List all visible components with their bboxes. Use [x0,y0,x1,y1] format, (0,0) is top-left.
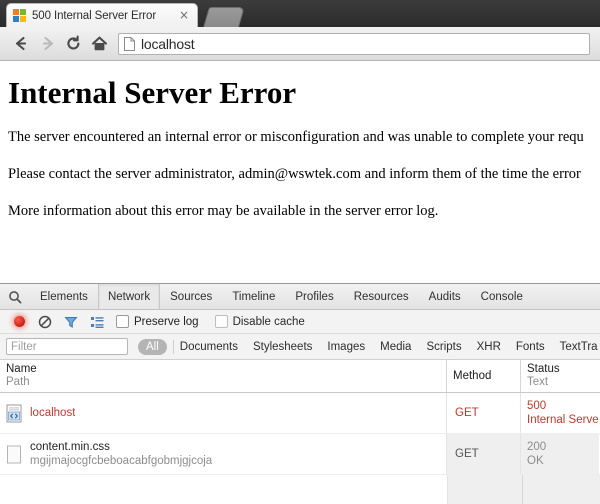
filter-stylesheets[interactable]: Stylesheets [253,341,312,353]
row-name-text: localhost [30,406,75,420]
row-name-text: content.min.css mgijmajocgfcbeboacabfgob… [30,440,212,468]
tab-audits[interactable]: Audits [419,284,471,309]
empty-method-column [448,475,523,504]
table-row[interactable]: content.min.css mgijmajocgfcbeboacabfgob… [0,434,600,475]
tab-resources[interactable]: Resources [344,284,419,309]
checkbox-box [214,315,228,328]
disable-cache-label: Disable cache [232,315,305,328]
status-text: Internal Serve [527,414,599,426]
disable-cache-checkbox[interactable]: Disable cache [214,315,305,328]
address-bar-value: localhost [141,35,195,52]
row-status: 500 Internal Serve [521,393,599,433]
row-name-cell: localhost [0,393,447,433]
preserve-log-checkbox[interactable]: Preserve log [116,315,199,328]
list-view-icon[interactable] [84,311,110,333]
home-icon[interactable] [86,31,112,57]
tab-network[interactable]: Network [97,284,161,309]
close-icon[interactable]: × [177,8,191,23]
funnel-filter-icon[interactable] [58,311,84,333]
page-content: Internal Server Error The server encount… [0,61,600,283]
column-status-secondary: Text [527,376,549,388]
tab-strip: 500 Internal Server Error × [0,0,600,27]
row-method: GET [447,393,521,433]
search-icon[interactable] [0,284,30,309]
filter-row: Filter All Documents Stylesheets Images … [0,334,600,360]
column-header-name[interactable]: Name Path [0,360,447,392]
browser-window: 500 Internal Server Error × localhost In… [0,0,600,504]
filter-texttracks[interactable]: TextTra [560,341,598,353]
column-name-secondary: Path [6,376,30,388]
status-code: 200 [527,441,547,453]
empty-name-column [0,475,448,504]
page-icon [124,36,135,51]
row-status: 200 OK [521,434,599,474]
multicolor-squares-icon [13,8,27,23]
row-method: GET [447,434,521,474]
row-path: mgijmajocgfcbeboacabfgobmjgjcoja [30,455,213,467]
document-code-icon [6,404,22,423]
checkbox-box [116,315,129,328]
tab-sources[interactable]: Sources [160,284,222,309]
tab-console[interactable]: Console [471,284,533,309]
column-header-status[interactable]: Status Text [521,360,599,392]
preserve-log-label: Preserve log [134,315,199,328]
tab-title: 500 Internal Server Error [32,9,157,22]
error-paragraph-2: Please contact the server administrator,… [8,166,581,182]
error-paragraph-3: More information about this error may be… [8,203,439,219]
address-bar[interactable]: localhost [118,32,590,55]
clear-no-entry-icon[interactable] [32,311,58,333]
tab-profiles[interactable]: Profiles [285,284,343,309]
devtools-tab-bar: Elements Network Sources Timeline Profil… [0,284,600,310]
column-method-primary: Method [453,370,492,382]
row-name: localhost [30,407,76,419]
network-toolbar: Preserve log Disable cache [0,310,600,334]
tab-timeline[interactable]: Timeline [222,284,285,309]
devtools-panel: Elements Network Sources Timeline Profil… [0,283,600,504]
record-icon[interactable] [6,311,32,333]
status-text: OK [527,455,544,467]
forward-icon[interactable] [34,31,60,57]
navigation-toolbar: localhost [0,27,600,61]
divider [172,339,174,354]
row-name: content.min.css [30,441,110,453]
filter-fonts[interactable]: Fonts [516,341,545,353]
column-status-primary: Status [527,363,560,375]
new-tab-button[interactable] [203,7,245,27]
filter-documents[interactable]: Documents [180,341,238,353]
table-header: Name Path Method Status Text [0,360,600,393]
table-empty-area [0,475,600,504]
network-table: Name Path Method Status Text localhost G… [0,360,600,504]
reload-icon[interactable] [60,31,86,57]
status-code: 500 [527,400,547,412]
error-paragraph-1: The server encountered an internal error… [8,129,584,145]
back-icon[interactable] [8,31,34,57]
tab-elements[interactable]: Elements [30,284,98,309]
column-header-method[interactable]: Method [447,360,521,392]
filter-xhr[interactable]: XHR [477,341,501,353]
filter-images[interactable]: Images [327,341,365,353]
filter-media[interactable]: Media [380,341,411,353]
stylesheet-file-icon [6,445,22,464]
filter-input-placeholder: Filter [11,340,37,353]
filter-scripts[interactable]: Scripts [426,341,461,353]
filter-all[interactable]: All [138,338,167,355]
filter-input[interactable]: Filter [6,338,128,355]
page-title: Internal Server Error [8,75,297,110]
table-row[interactable]: localhost GET 500 Internal Serve [0,393,600,434]
column-name-primary: Name [6,363,37,375]
row-name-cell: content.min.css mgijmajocgfcbeboacabfgob… [0,434,447,474]
empty-status-column [523,475,600,504]
browser-tab[interactable]: 500 Internal Server Error × [6,3,198,27]
